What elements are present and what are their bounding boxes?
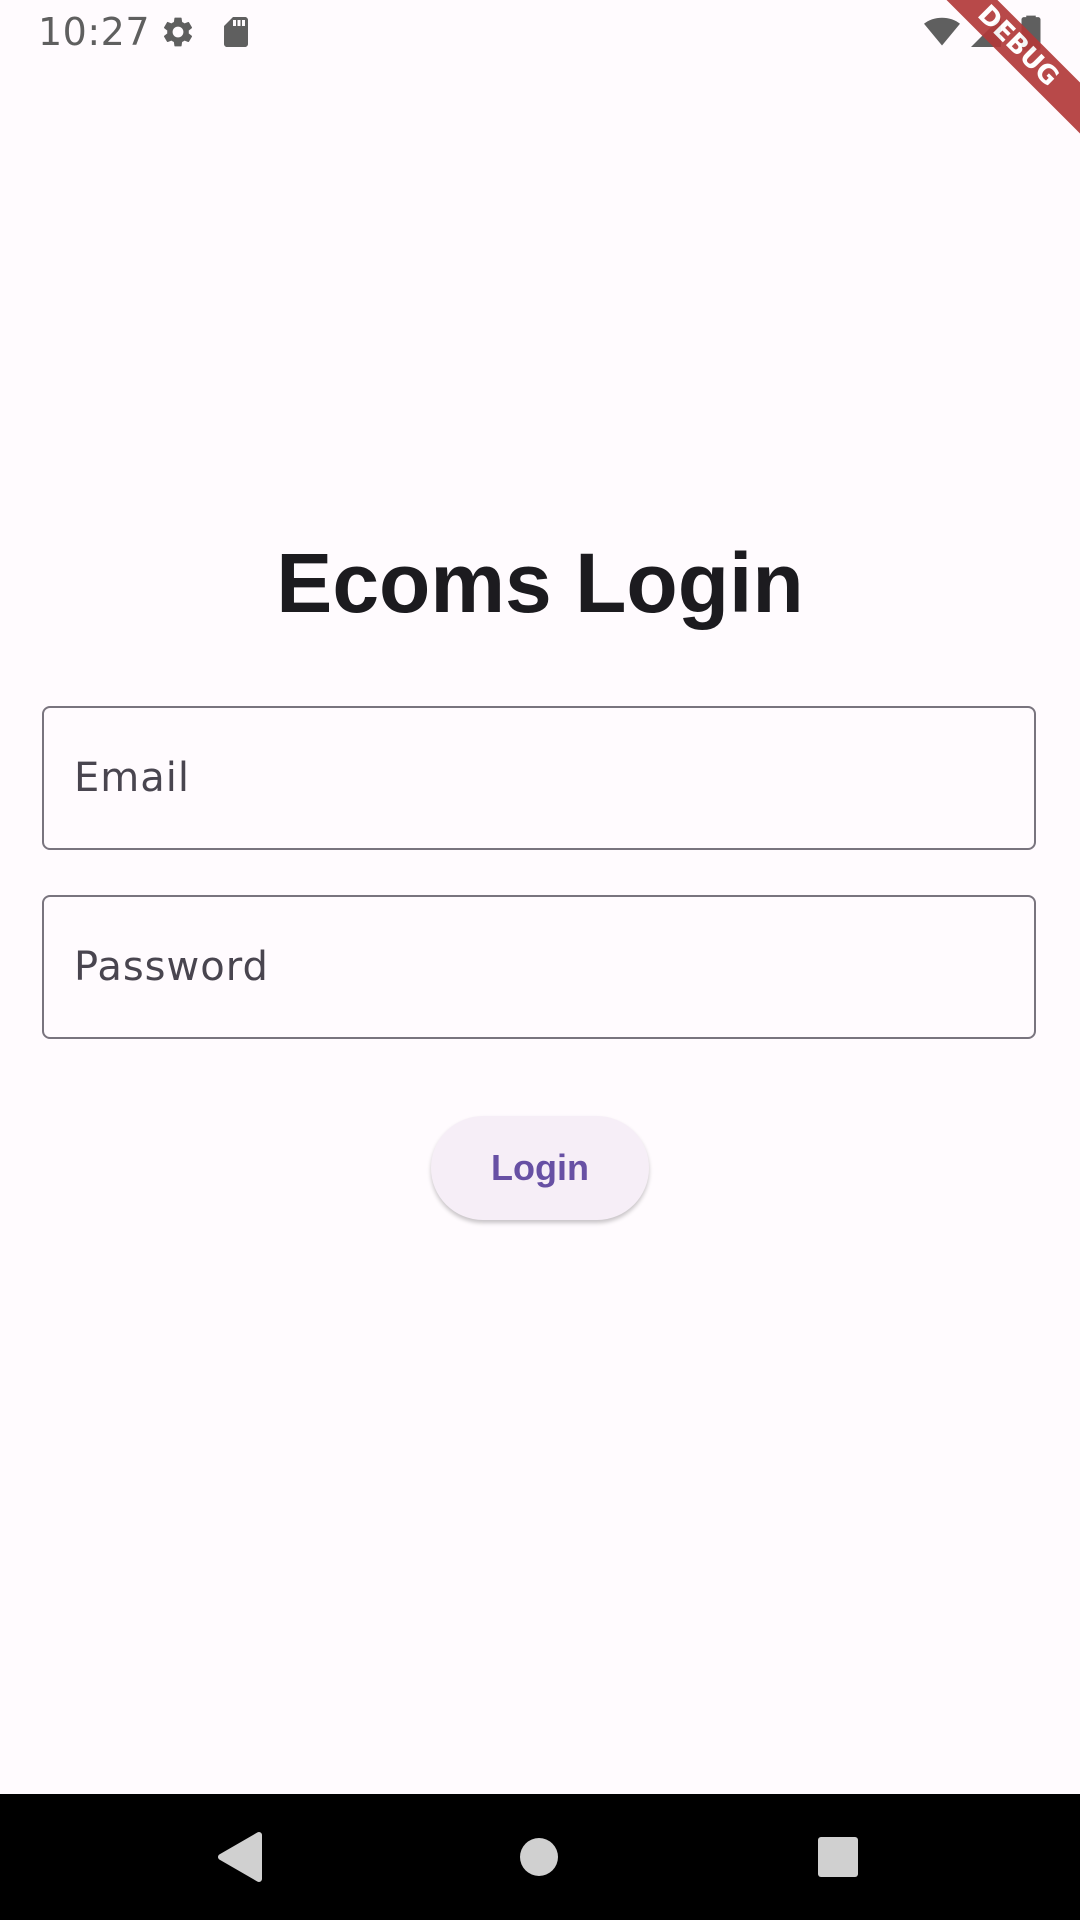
email-input[interactable] [74,708,1004,848]
password-input[interactable] [74,897,1004,1037]
wifi-icon [922,14,962,55]
recents-icon[interactable] [805,1824,871,1890]
home-icon[interactable] [506,1824,572,1890]
login-button[interactable]: Login [431,1116,649,1220]
email-field[interactable] [42,706,1036,850]
screen: 10:27 DEBUG Ecoms Login Email Login [0,0,1080,1920]
settings-icon [160,14,196,55]
page-title: Ecoms Login [276,536,804,630]
password-field[interactable] [42,895,1036,1039]
back-icon[interactable] [206,1824,272,1890]
sd-card-icon [218,14,254,55]
status-time: 10:27 [38,10,151,54]
navigation-bar [0,1794,1080,1920]
status-bar: 10:27 [0,0,1080,64]
